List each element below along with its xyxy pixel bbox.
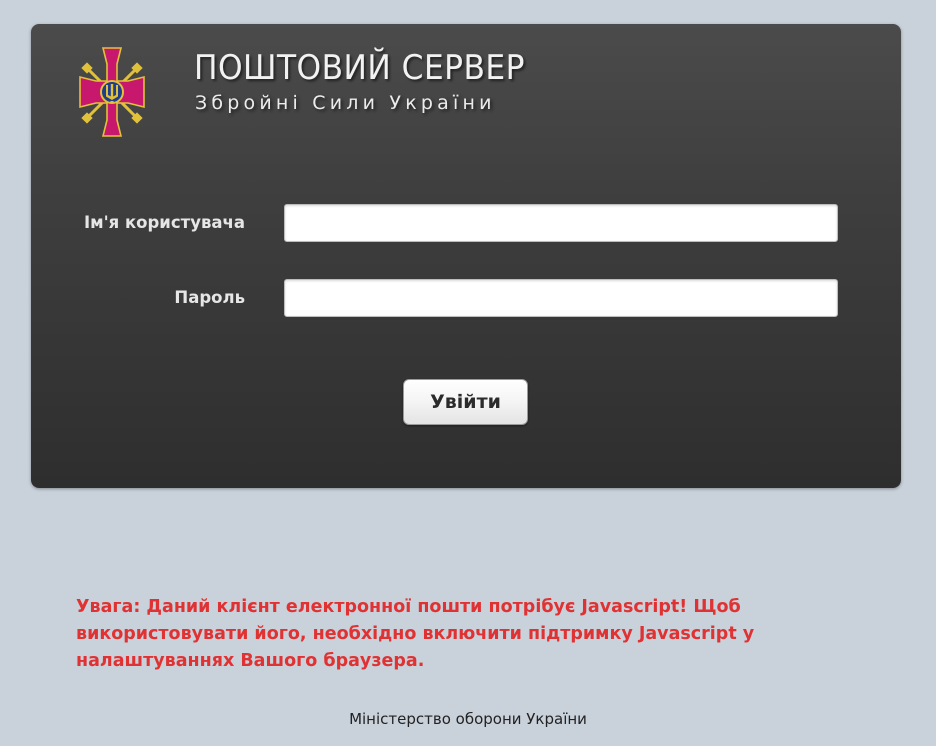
password-label: Пароль	[174, 288, 245, 307]
login-panel: ПОШТОВИЙ СЕРВЕР Збройні Сили України Ім'…	[31, 24, 901, 488]
armed-forces-ukraine-emblem-icon	[79, 47, 145, 137]
login-button[interactable]: Увійти	[403, 379, 528, 425]
password-input[interactable]	[284, 279, 838, 317]
page-subtitle: Збройні Сили України	[195, 92, 496, 114]
username-input[interactable]	[284, 204, 838, 242]
javascript-warning: Увага: Даний клієнт електронної пошти по…	[76, 597, 755, 671]
username-label: Ім'я користувача	[83, 213, 245, 232]
footer-text: Міністерство оборони України	[349, 710, 587, 728]
page-title: ПОШТОВИЙ СЕРВЕР	[194, 48, 525, 88]
